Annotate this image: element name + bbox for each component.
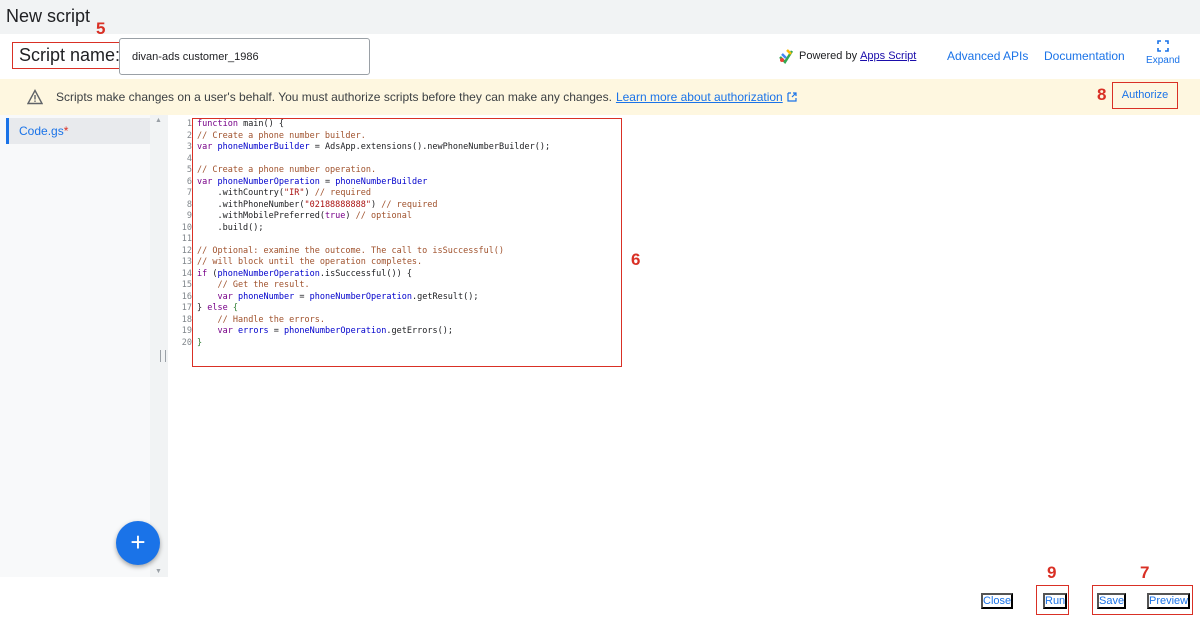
line-number-gutter: 1 2 3 4 5 6 7 8 9 10 11 12 13 14 15 16 17 18 19 20 [181, 119, 192, 348]
annotation-5: 5 [96, 19, 106, 38]
apps-script-logo-icon [779, 49, 794, 64]
close-button[interactable]: Close [981, 593, 1014, 609]
page-title: New script [6, 6, 91, 26]
preview-button[interactable]: Preview [1147, 593, 1191, 609]
expand-icon [1157, 40, 1169, 52]
save-button[interactable]: Save [1097, 593, 1127, 609]
file-tab-label: Code.gs [19, 124, 64, 138]
script-name-label: Script name: [12, 42, 126, 69]
run-button[interactable]: Run [1043, 593, 1068, 609]
learn-more-link[interactable]: Learn more about authorization [616, 90, 783, 104]
file-panel-scrollbar[interactable]: ▲ ▼ [150, 115, 168, 577]
documentation-link[interactable]: Documentation [1044, 49, 1125, 63]
authorize-button[interactable]: Authorize [1112, 82, 1178, 109]
annotation-6: 6 [631, 250, 641, 269]
expand-label: Expand [1146, 55, 1180, 66]
expand-button[interactable]: Expand [1145, 40, 1181, 66]
authorization-banner: Scripts make changes on a user's behalf.… [0, 79, 1200, 115]
code-editor[interactable]: function main() { // Create a phone numb… [197, 119, 550, 349]
footer-bar [0, 577, 1200, 622]
annotation-8: 8 [1097, 85, 1107, 104]
unsaved-marker: * [63, 124, 69, 138]
advanced-apis-link[interactable]: Advanced APIs [947, 49, 1028, 63]
scroll-up-icon[interactable]: ▲ [155, 117, 162, 124]
panel-resize-handle[interactable] [160, 350, 166, 362]
scroll-down-icon[interactable]: ▼ [155, 568, 162, 575]
annotation-7: 7 [1140, 563, 1150, 582]
apps-script-link[interactable]: Apps Script [860, 50, 916, 62]
warning-icon [27, 89, 43, 105]
powered-by-text: Powered by [799, 50, 858, 62]
file-tab-code-gs[interactable]: Code.gs* [6, 118, 150, 144]
add-file-button[interactable]: + [116, 521, 160, 565]
open-in-new-icon [787, 92, 797, 102]
annotation-9: 9 [1047, 563, 1057, 582]
banner-message: Scripts make changes on a user's behalf.… [56, 90, 612, 104]
file-panel: Code.gs* [0, 115, 150, 577]
powered-by: Powered by Apps Script [778, 48, 916, 64]
script-name-input[interactable] [119, 38, 370, 75]
script-editor-card: Script name: 5 Powered by Apps Script Ad… [0, 19, 1200, 622]
